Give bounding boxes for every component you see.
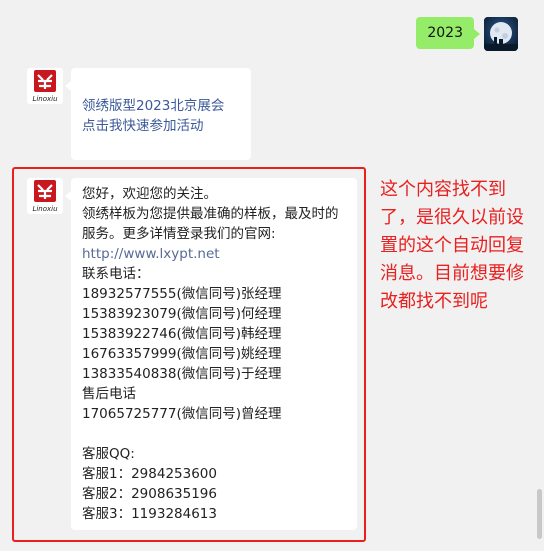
greeting-text: 您好，欢迎您的关注。 <box>82 186 217 202</box>
qq-line: 客服1：2984253600 <box>82 466 217 482</box>
svg-text:Linoxiu: Linoxiu <box>32 95 58 103</box>
brand-logo-icon: Linoxiu <box>32 180 58 213</box>
contact-line: 15383922746(微信同号)韩经理 <box>82 326 282 342</box>
contact-title: 联系电话： <box>82 266 150 282</box>
link-message-line-1[interactable]: 领绣版型2023北京展会 <box>82 96 251 116</box>
annotation-text: 这个内容找不到了，是很久以前设置的这个自动回复消息。目前想要修改都找不到呢 <box>380 179 524 312</box>
chat-area: 2023 Linoxiu 领绣版型2023北京展会 点击我快速参加活动 Lino… <box>0 0 544 551</box>
intro-text: 领绣样板为您提供最准确的样板，最及时的服务。更多详情登录我们的官网: http:… <box>82 204 349 264</box>
scrollbar[interactable] <box>537 489 542 539</box>
moon-avatar-icon <box>484 17 518 51</box>
outgoing-message-text: 2023 <box>427 25 463 41</box>
intro-body: 领绣样板为您提供最准确的样板，最及时的服务。更多详情登录我们的官网: <box>82 206 339 242</box>
qq-title: 客服QQ: <box>82 446 135 462</box>
outgoing-message[interactable]: 2023 <box>416 17 480 49</box>
contact-line: 16763357999(微信同号)姚经理 <box>82 346 282 362</box>
contact-line: 18932577555(微信同号)张经理 <box>82 286 282 302</box>
qq-line: 客服3：1193284613 <box>82 506 217 522</box>
contact-line: 13833540838(微信同号)于经理 <box>82 366 282 382</box>
contact-line: 15383923079(微信同号)何经理 <box>82 306 282 322</box>
brand-avatar[interactable]: Linoxiu <box>27 178 63 214</box>
link-message[interactable]: 领绣版型2023北京展会 点击我快速参加活动 <box>65 68 251 160</box>
brand-logo-icon: Linoxiu <box>32 70 58 103</box>
qq-line: 客服2：2908635196 <box>82 486 217 502</box>
user-avatar[interactable] <box>484 17 518 51</box>
aftersales-title: 售后电话 <box>82 386 136 402</box>
aftersales-line: 17065725777(微信同号)曾经理 <box>82 406 282 422</box>
auto-reply-message[interactable]: 您好，欢迎您的关注。 领绣样板为您提供最准确的样板，最及时的服务。更多详情登录我… <box>65 178 357 530</box>
brand-avatar[interactable]: Linoxiu <box>27 68 63 104</box>
link-message-line-2[interactable]: 点击我快速参加活动 <box>82 116 251 136</box>
website-link[interactable]: http://www.lxypt.net <box>82 246 220 262</box>
svg-text:Linoxiu: Linoxiu <box>32 205 58 213</box>
